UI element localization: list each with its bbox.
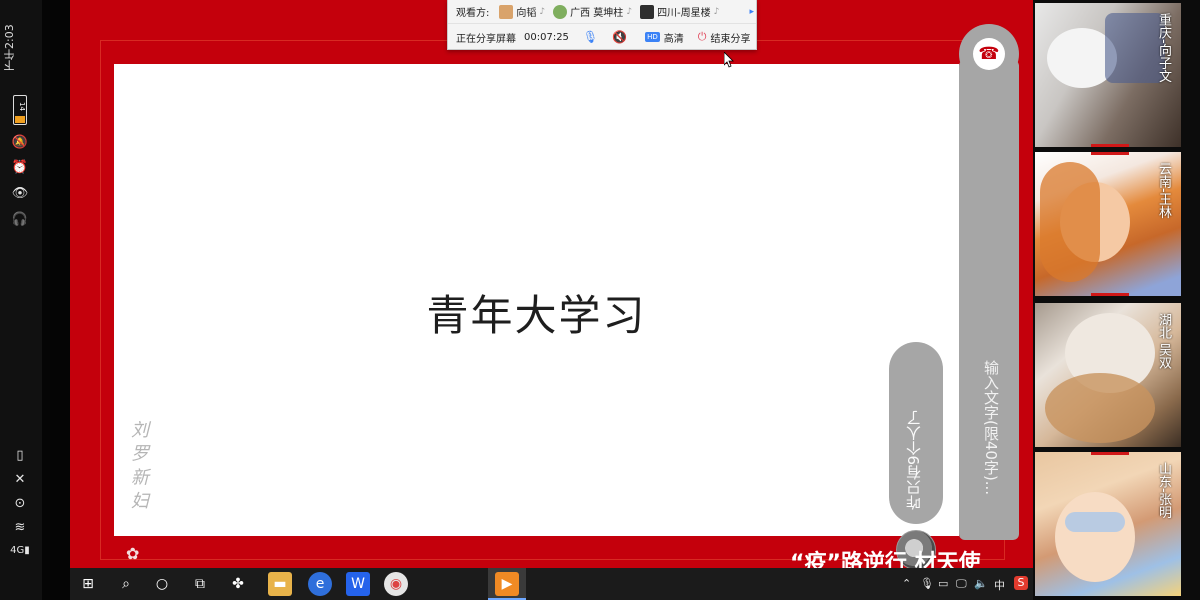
participant-tile[interactable]: 云南-王林 (1035, 152, 1181, 296)
battery-level: 14 (18, 102, 26, 111)
brush-logo-icon: ✿ (126, 544, 140, 563)
mute-icon: 🔕 (11, 135, 29, 150)
speaker-muted-icon[interactable]: 🔇 (612, 30, 627, 44)
viewers-label: 观看方: (456, 8, 490, 19)
scroll-right-icon[interactable]: ▸ (749, 7, 754, 17)
share-status: 正在分享屏幕 (456, 33, 516, 45)
viewer-item[interactable]: 四川-周星楼 ♪ (640, 4, 719, 19)
viewer-name: 广西 莫坤柱 (570, 8, 624, 19)
phone-status-bar: 下午2:03 14 🔕 ⏰ 👁 🎧 ▯ ✕ ⊙ ≋ 4G▮ (0, 0, 42, 600)
signal-icon: 4G▮ (10, 545, 30, 556)
participant-video-panel: 重庆-向子文 云南-王林 湖北 吴双 山东-张明 (1033, 0, 1200, 600)
slide-watermark: 刘 罗 新 妇 (128, 420, 149, 510)
viewer-avatar (553, 4, 568, 19)
tray-language[interactable]: 中 (994, 577, 1005, 593)
glasses-shape (1065, 512, 1125, 532)
chat-message: 咋只有9个人了 (905, 410, 923, 510)
wifi-icon: ≋ (14, 520, 26, 535)
network-type: 4G (10, 545, 25, 556)
windows-start-icon[interactable]: ⊞ (76, 572, 100, 596)
slide-title: 青年大学习 (426, 291, 647, 340)
nfc-icon: ✕ (14, 472, 26, 487)
avatar-face-shape (1055, 492, 1135, 582)
viewer-item[interactable]: 广西 莫坤柱 ♪ (553, 4, 632, 19)
mic-muted-icon: ♪ (713, 6, 720, 17)
tray-expand-icon[interactable]: ⌃ (902, 577, 911, 590)
share-timer: 00:07:25 (524, 31, 569, 43)
hd-badge: HD (645, 32, 660, 42)
tray-app-icon[interactable]: S (1014, 576, 1028, 590)
status-time: 下午2:03 (3, 24, 16, 72)
participant-tile[interactable]: 重庆-向子文 (1035, 3, 1181, 147)
viewer-avatar (640, 4, 655, 19)
microphone-icon[interactable]: 🎙 (583, 30, 598, 44)
participant-name: 湖北 吴双 (1156, 313, 1171, 370)
quality-button[interactable]: HD 高清 (645, 30, 684, 45)
alarm-icon: ⏰ (11, 160, 29, 175)
search-icon[interactable]: ⌕ (114, 572, 138, 596)
viewers-row: 观看方: 向韬 ♪ 广西 莫坤柱 ♪ 四川-周星楼 ♪ ▸ (448, 0, 756, 24)
windows-taskbar: ⊞ ⌕ ○ ⧉ ✤ ▬ e W ◉ ▶ ⌃ 🎙 ▭ 🖵 🔈 中 S (70, 568, 1033, 600)
cortana-icon[interactable]: ○ (150, 572, 174, 596)
tray-network-icon[interactable]: 🖵 (956, 577, 967, 591)
tray-mic-icon[interactable]: 🎙 (920, 577, 934, 590)
viewer-item[interactable]: 向韬 ♪ (499, 4, 545, 19)
participant-tile[interactable]: 湖北 吴双 (1035, 303, 1181, 447)
chat-input-placeholder[interactable]: 输入文字(限40字)... (978, 360, 1002, 560)
viewer-name: 向韬 (516, 8, 537, 19)
battery-small-icon: ▯ (16, 448, 24, 463)
fan-app-icon[interactable]: ✤ (226, 572, 250, 596)
power-icon: ⏻ (697, 30, 707, 43)
battery-icon: 14 (13, 95, 27, 125)
mic-muted-icon: ♪ (539, 6, 546, 17)
screen-share-toolbar: 观看方: 向韬 ♪ 广西 莫坤柱 ♪ 四川-周星楼 ♪ ▸ 正在分享屏幕 00:… (447, 0, 757, 50)
share-controls-row: 正在分享屏幕 00:07:25 🎙 🔇 HD 高清 ⏻ 结束分享 (448, 25, 756, 49)
file-explorer-icon[interactable]: ▬ (268, 572, 292, 596)
quality-label: 高清 (663, 33, 684, 45)
hair-shape (1040, 162, 1100, 282)
screen-gap (42, 0, 70, 600)
mouse-cursor-icon (724, 52, 734, 68)
participant-name: 云南-王林 (1156, 162, 1171, 219)
screen: 下午2:03 14 🔕 ⏰ 👁 🎧 ▯ ✕ ⊙ ≋ 4G▮ 青年大学习 刘 罗 … (0, 0, 1200, 600)
video-app-icon[interactable]: ▶ (495, 572, 519, 596)
headset-icon: 🎧 (11, 212, 29, 227)
stop-share-button[interactable]: ⏻ 结束分享 (698, 30, 751, 45)
participant-tile[interactable]: 山东-张明 (1035, 452, 1181, 596)
eye-icon: 👁 (11, 186, 29, 201)
chrome-icon[interactable]: ◉ (384, 572, 408, 596)
cat-body-shape (1045, 373, 1155, 443)
viewer-name: 四川-周星楼 (657, 8, 711, 19)
tray-battery-icon[interactable]: ▭ (938, 577, 948, 590)
vpn-icon: ⊙ (14, 496, 26, 511)
mic-muted-icon: ♪ (626, 6, 633, 17)
participant-name: 山东-张明 (1156, 462, 1171, 519)
hangup-phone-icon[interactable]: ☎ (973, 38, 1005, 70)
stop-share-label: 结束分享 (710, 33, 751, 45)
browser-icon[interactable]: e (308, 572, 332, 596)
task-view-icon[interactable]: ⧉ (188, 572, 212, 596)
tray-volume-icon[interactable]: 🔈 (974, 577, 988, 590)
viewer-avatar (499, 4, 514, 19)
participant-name: 重庆-向子文 (1156, 13, 1171, 83)
wps-icon[interactable]: W (346, 572, 370, 596)
